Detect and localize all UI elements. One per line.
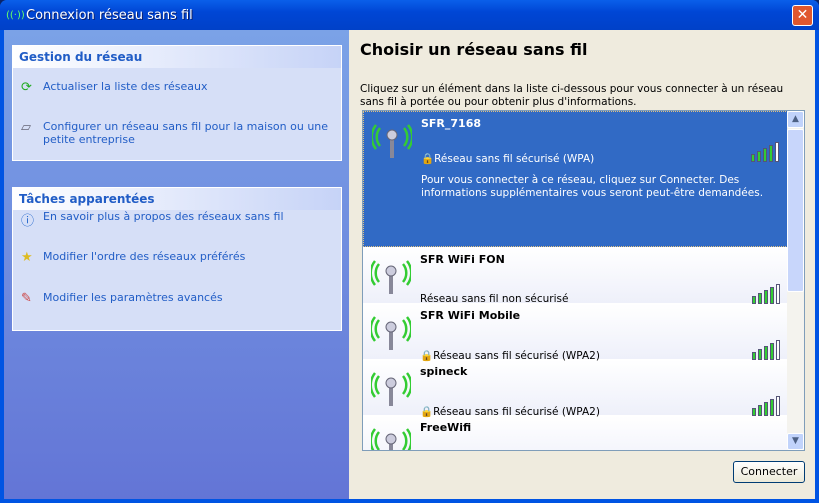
advanced-settings-link[interactable]: ✎ Modifier les paramètres avancés (21, 291, 331, 306)
panel-header: Gestion du réseau (13, 46, 341, 68)
network-message: Pour vous connecter à ce réseau, cliquez… (421, 174, 764, 199)
window: ((·)) Connexion réseau sans fil ✕ Gestio… (0, 0, 819, 503)
signal-strength-icon (752, 284, 780, 304)
wireless-icon: ((·)) (6, 9, 25, 21)
window-title: Connexion réseau sans fil (26, 7, 193, 23)
panel-header: Tâches apparentées (13, 188, 341, 210)
network-name: SFR WiFi Mobile (420, 309, 521, 322)
antenna-icon (369, 312, 413, 352)
link-label: Configurer un réseau sans fil pour la ma… (43, 120, 329, 146)
preferred-order-link[interactable]: ★ Modifier l'ordre des réseaux préférés (21, 250, 331, 265)
learn-more-link[interactable]: ⓘ En savoir plus à propos des réseaux san… (21, 210, 331, 229)
scroll-up-button[interactable]: ▲ (787, 111, 804, 128)
antenna-icon (370, 120, 414, 160)
status-text: Réseau sans fil sécurisé (WPA2) (433, 406, 600, 418)
close-button[interactable]: ✕ (792, 5, 813, 26)
antenna-icon (369, 368, 413, 408)
network-name: SFR WiFi FON (420, 253, 505, 266)
signal-bar (770, 399, 774, 416)
signal-bar (763, 148, 767, 162)
signal-bar (764, 346, 768, 360)
network-item[interactable]: SFR WiFi FON Réseau sans fil non sécurisé (363, 248, 788, 305)
signal-bar (776, 284, 780, 304)
signal-bar (770, 287, 774, 304)
status-text: Réseau sans fil sécurisé (WPA2) (433, 350, 600, 362)
network-item[interactable]: spineck 🔒Réseau sans fil sécurisé (WPA2) (363, 360, 788, 418)
network-item[interactable]: SFR_7168 🔒Réseau sans fil sécurisé (WPA) P… (363, 111, 788, 247)
network-tasks-panel: Gestion du réseau ⟳ Actualiser la liste d… (12, 45, 342, 161)
signal-bar (764, 402, 768, 416)
lock-icon: 🔒 (420, 350, 434, 362)
network-name: FreeWifi (420, 421, 472, 434)
refresh-networks-link[interactable]: ⟳ Actualiser la liste des réseaux (21, 80, 331, 95)
link-label: Modifier l'ordre des réseaux préférés (43, 250, 246, 263)
setup-network-link[interactable]: ▱ Configurer un réseau sans fil pour la m… (21, 120, 331, 146)
signal-bar (776, 396, 780, 416)
signal-bar (775, 142, 779, 162)
link-label: Modifier les paramètres avancés (43, 291, 223, 304)
signal-bar (752, 296, 756, 304)
signal-bar (770, 343, 774, 360)
signal-bar (751, 154, 755, 162)
signal-strength-icon (751, 142, 779, 162)
description: Cliquez sur un élément dans la liste ci-… (360, 83, 784, 108)
antenna-icon (369, 256, 413, 296)
signal-bar (758, 405, 762, 416)
scrollbar[interactable]: ▲ ▼ (787, 111, 804, 450)
page-title: Choisir un réseau sans fil (360, 40, 588, 59)
lock-icon: 🔒 (421, 153, 435, 165)
network-name: spineck (420, 365, 468, 378)
scroll-down-button[interactable]: ▼ (787, 433, 804, 450)
signal-bar (776, 340, 780, 360)
scroll-thumb[interactable] (787, 129, 804, 292)
main-panel: Choisir un réseau sans fil Cliquez sur u… (349, 30, 815, 499)
link-label: Actualiser la liste des réseaux (43, 80, 208, 93)
antenna-icon (369, 424, 413, 450)
network-item[interactable]: SFR WiFi Mobile 🔒Réseau sans fil sécurisé… (363, 304, 788, 362)
signal-bar (764, 290, 768, 304)
sidebar: Gestion du réseau ⟳ Actualiser la liste d… (4, 30, 349, 499)
refresh-icon: ⟳ (21, 80, 32, 95)
network-status: Réseau sans fil non sécurisé (420, 293, 568, 305)
wireless-setup-icon: ▱ (21, 120, 31, 135)
signal-bar (752, 408, 756, 416)
network-status: 🔒Réseau sans fil sécurisé (WPA2) (420, 349, 600, 362)
network-status: 🔒Réseau sans fil sécurisé (WPA) (421, 152, 594, 165)
connect-button[interactable]: Connecter (733, 461, 805, 483)
settings-icon: ✎ (21, 291, 32, 306)
status-text: Réseau sans fil sécurisé (WPA) (434, 153, 595, 165)
network-list[interactable]: FreeWifi spineck 🔒Réseau sans fil sécurisé… (362, 110, 805, 451)
network-name: SFR_7168 (421, 117, 482, 130)
link-label: En savoir plus à propos des réseaux sans… (43, 210, 284, 223)
signal-bar (757, 151, 761, 162)
title-bar: ((·)) Connexion réseau sans fil ✕ (0, 0, 819, 30)
signal-strength-icon (752, 396, 780, 416)
signal-strength-icon (752, 340, 780, 360)
status-text: Réseau sans fil non sécurisé (420, 293, 569, 305)
signal-bar (758, 293, 762, 304)
signal-bar (752, 352, 756, 360)
signal-bar (758, 349, 762, 360)
network-item[interactable]: FreeWifi (363, 416, 788, 450)
star-icon: ★ (21, 250, 33, 265)
signal-bar (769, 145, 773, 162)
info-icon: ⓘ (21, 214, 35, 229)
lock-icon: 🔒 (420, 406, 434, 418)
network-status: 🔒Réseau sans fil sécurisé (WPA2) (420, 405, 600, 418)
related-tasks-panel: Tâches apparentées ⓘ En savoir plus à pro… (12, 187, 342, 331)
